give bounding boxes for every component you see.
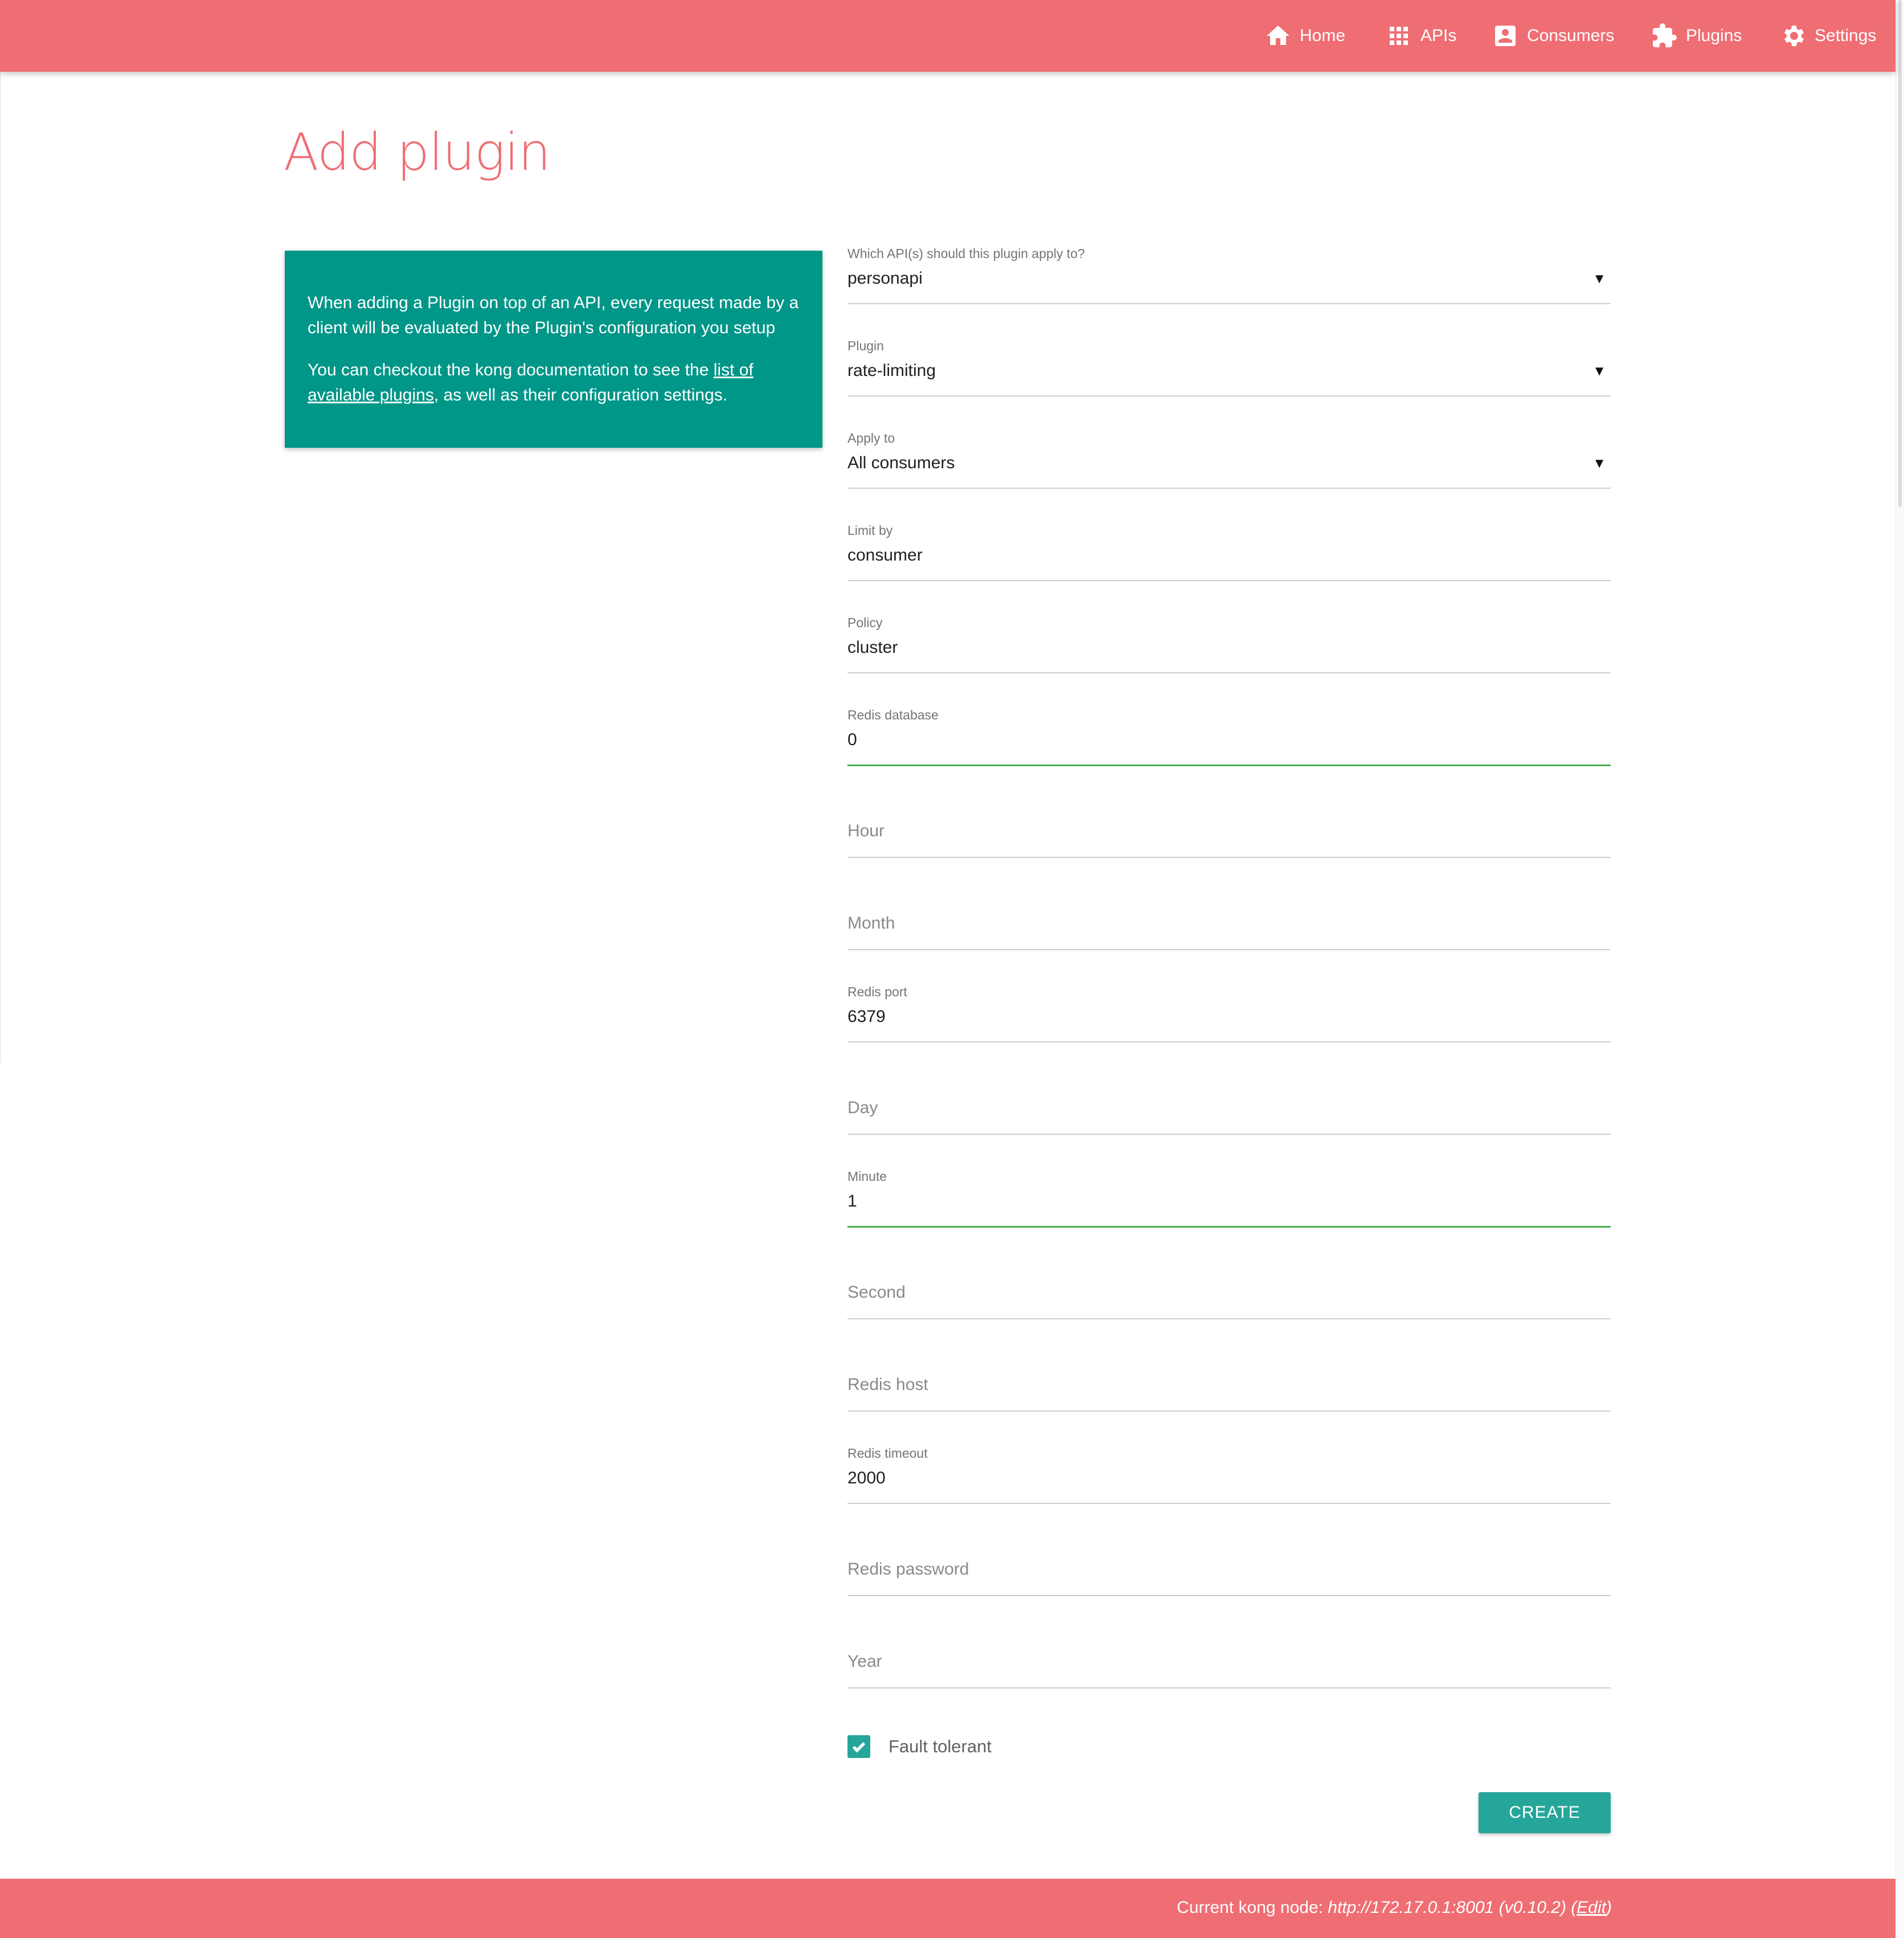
home-icon <box>1267 26 1289 45</box>
nav-settings[interactable]: Settings <box>1779 0 1876 72</box>
day-placeholder: Day <box>847 1098 878 1117</box>
redis-database-label: Redis database <box>847 708 939 722</box>
redis-timeout-field[interactable]: Redis timeout 2000 <box>847 1446 1611 1538</box>
month-field[interactable]: Month <box>847 892 1611 984</box>
kong-node-prefix: Current kong node: <box>1177 1898 1328 1917</box>
policy-value: cluster <box>847 638 898 657</box>
dropdown-arrow-icon: ▼ <box>1592 363 1606 379</box>
day-underline <box>847 1134 1611 1135</box>
second-placeholder: Second <box>847 1283 906 1302</box>
nav-apis[interactable]: APIs <box>1385 0 1456 72</box>
info-text-1: When adding a Plugin on top of an API, e… <box>308 293 799 337</box>
account-box-icon <box>1495 26 1516 46</box>
redis-port-value: 6379 <box>847 1007 886 1026</box>
redis-port-underline <box>847 1041 1611 1042</box>
info-text-2-suffix: , as well as their configuration setting… <box>433 386 728 404</box>
year-underline <box>847 1687 1611 1688</box>
apply-to-value: All consumers <box>847 453 955 472</box>
dropdown-arrow-icon: ▼ <box>1592 271 1606 287</box>
left-edge-divider <box>0 72 1 1063</box>
minute-field[interactable]: Minute 1 <box>847 1169 1611 1261</box>
month-placeholder: Month <box>847 914 895 933</box>
nav-home-label: Home <box>1300 26 1346 45</box>
redis-database-underline <box>847 764 1611 766</box>
policy-field[interactable]: Policy cluster <box>847 615 1611 708</box>
limit-by-field[interactable]: Limit by consumer <box>847 523 1611 615</box>
edit-open-paren: ( <box>1566 1898 1577 1917</box>
month-underline <box>847 949 1611 950</box>
nav-plugins-label: Plugins <box>1686 26 1742 45</box>
hour-field[interactable]: Hour <box>847 800 1611 892</box>
apply-to-label: Apply to <box>847 431 895 445</box>
redis-database-value: 0 <box>847 730 857 749</box>
info-card: When adding a Plugin on top of an API, e… <box>285 251 822 448</box>
second-field[interactable]: Second <box>847 1261 1611 1354</box>
redis-timeout-label: Redis timeout <box>847 1446 928 1461</box>
minute-value: 1 <box>847 1192 857 1211</box>
dropdown-arrow-icon: ▼ <box>1592 456 1606 471</box>
page-title: Add plugin <box>284 122 551 182</box>
minute-label: Minute <box>847 1169 887 1184</box>
redis-port-field[interactable]: Redis port 6379 <box>847 984 1611 1077</box>
day-field[interactable]: Day <box>847 1077 1611 1169</box>
redis-host-underline <box>847 1410 1611 1412</box>
plugin-select-label: Plugin <box>847 338 884 353</box>
year-placeholder: Year <box>847 1652 882 1671</box>
second-underline <box>847 1318 1611 1319</box>
minute-underline <box>847 1226 1611 1228</box>
redis-port-label: Redis port <box>847 984 907 999</box>
edit-node-link[interactable]: Edit <box>1577 1898 1606 1917</box>
nav-apis-label: APIs <box>1420 26 1457 45</box>
limit-by-label: Limit by <box>847 523 893 538</box>
puzzle-icon <box>1653 23 1677 47</box>
nav-settings-label: Settings <box>1815 26 1877 45</box>
api-select-value: personapi <box>847 269 923 288</box>
policy-label: Policy <box>847 615 883 630</box>
api-select-underline <box>847 303 1611 304</box>
plugin-select-underline <box>847 395 1611 396</box>
redis-timeout-value: 2000 <box>847 1469 886 1487</box>
checkbox-checked-icon[interactable] <box>847 1735 870 1758</box>
nav-consumers[interactable]: Consumers <box>1492 0 1614 72</box>
limit-by-underline <box>847 580 1611 581</box>
nav-consumers-label: Consumers <box>1527 26 1615 45</box>
nav-plugins[interactable]: Plugins <box>1651 0 1742 72</box>
redis-host-field[interactable]: Redis host <box>847 1354 1611 1446</box>
top-navbar: Home APIs Consumers Plugins Settings <box>0 0 1895 72</box>
redis-password-underline <box>847 1595 1611 1596</box>
redis-password-placeholder: Redis password <box>847 1560 969 1579</box>
api-select-label: Which API(s) should this plugin apply to… <box>847 246 1085 261</box>
year-field[interactable]: Year <box>847 1630 1611 1723</box>
plugin-select[interactable]: Plugin rate-limiting ▼ <box>847 338 1611 431</box>
create-button[interactable]: CREATE <box>1479 1792 1611 1833</box>
page-scrollbar[interactable] <box>1895 0 1904 1938</box>
gear-icon <box>1784 26 1804 46</box>
redis-host-placeholder: Redis host <box>847 1375 928 1394</box>
hour-underline <box>847 857 1611 858</box>
redis-timeout-underline <box>847 1503 1611 1504</box>
footer-bar: Current kong node: http://172.17.0.1:800… <box>0 1879 1895 1938</box>
hour-placeholder: Hour <box>847 821 885 840</box>
info-text-2-prefix: You can checkout the kong documentation … <box>308 361 714 379</box>
edit-close-paren: ) <box>1606 1898 1612 1917</box>
apply-to-select[interactable]: Apply to All consumers ▼ <box>847 431 1611 523</box>
apply-to-underline <box>847 488 1611 489</box>
plugin-select-value: rate-limiting <box>847 361 936 380</box>
scrollbar-thumb[interactable] <box>1898 0 1902 507</box>
kong-node-info: Current kong node: http://172.17.0.1:800… <box>1177 1898 1612 1917</box>
limit-by-value: consumer <box>847 546 923 565</box>
policy-underline <box>847 672 1611 673</box>
info-text-2: You can checkout the kong documentation … <box>308 358 800 408</box>
kong-node-address: http://172.17.0.1:8001 (v0.10.2) <box>1328 1898 1566 1917</box>
redis-password-field[interactable]: Redis password <box>847 1538 1611 1630</box>
nav-home[interactable]: Home <box>1264 0 1345 72</box>
api-select[interactable]: Which API(s) should this plugin apply to… <box>847 246 1611 338</box>
app-root: Home APIs Consumers Plugins Settings Add… <box>0 0 1904 1938</box>
redis-database-field[interactable]: Redis database 0 <box>847 708 1611 800</box>
fault-tolerant-label: Fault tolerant <box>888 1736 992 1756</box>
apps-grid-icon <box>1390 27 1408 45</box>
fault-tolerant-checkbox[interactable]: Fault tolerant <box>847 1735 992 1758</box>
